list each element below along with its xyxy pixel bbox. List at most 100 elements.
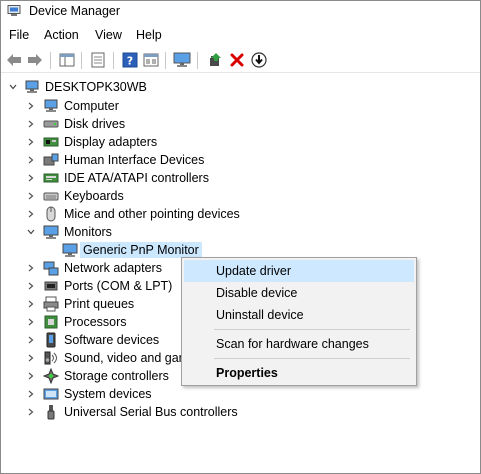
forward-button[interactable]	[26, 51, 44, 69]
device-label: Generic PnP Monitor	[80, 242, 202, 258]
category-label: Ports (COM & LPT)	[64, 279, 173, 293]
properties-icon	[91, 52, 105, 68]
category-label: Display adapters	[64, 135, 158, 149]
chevron-right-icon[interactable]	[26, 389, 36, 399]
storage-controller-icon	[43, 368, 59, 384]
keyboard-icon	[43, 192, 59, 201]
chevron-right-icon[interactable]	[26, 335, 36, 345]
menu-view[interactable]: View	[95, 28, 122, 42]
category-label: Processors	[64, 315, 127, 329]
tree-category[interactable]: System devices	[1, 385, 480, 403]
help-button[interactable]: ?	[121, 51, 139, 69]
menu-bar: File Action View Help	[1, 27, 480, 45]
chevron-right-icon[interactable]	[26, 209, 36, 219]
monitor-icon	[62, 243, 78, 257]
network-adapter-icon	[43, 261, 59, 276]
ide-controller-icon	[43, 173, 59, 183]
menu-file[interactable]: File	[9, 28, 29, 42]
chevron-right-icon[interactable]	[26, 353, 36, 363]
tree-root[interactable]: DESKTOPK30WB	[1, 78, 480, 96]
menu-separator	[214, 358, 410, 359]
menu-disable-device[interactable]: Disable device	[184, 282, 414, 304]
chevron-down-icon[interactable]	[8, 82, 18, 92]
help-icon: ?	[122, 52, 138, 68]
back-button[interactable]	[5, 51, 23, 69]
processor-icon	[44, 315, 58, 329]
menu-update-driver[interactable]: Update driver	[184, 260, 414, 282]
show-hide-tree-icon	[59, 53, 75, 67]
context-menu: Update driver Disable device Uninstall d…	[181, 257, 417, 386]
properties-button[interactable]	[89, 51, 107, 69]
disable-down-icon	[251, 52, 267, 68]
update-driver-icon	[210, 53, 221, 66]
category-label: Mice and other pointing devices	[64, 207, 240, 221]
chevron-right-icon[interactable]	[26, 371, 36, 381]
chevron-right-icon[interactable]	[26, 407, 36, 417]
uninstall-button[interactable]	[228, 51, 246, 69]
category-label: Disk drives	[64, 117, 126, 131]
chevron-right-icon[interactable]	[26, 299, 36, 309]
toolbar-separator	[197, 52, 198, 69]
computer-root-icon	[25, 80, 39, 93]
menu-properties[interactable]: Properties	[184, 362, 414, 384]
device-manager-window: Device Manager File Action View Help ? D…	[0, 0, 481, 474]
port-icon	[44, 281, 58, 291]
menu-action[interactable]: Action	[44, 28, 79, 42]
monitor-icon	[43, 225, 59, 239]
category-label: Human Interface Devices	[64, 153, 205, 167]
toolbar-separator	[81, 52, 82, 69]
root-label: DESKTOPK30WB	[45, 80, 147, 94]
chevron-right-icon[interactable]	[26, 263, 36, 273]
tree-category[interactable]: Keyboards	[1, 187, 480, 205]
tree-category[interactable]: Disk drives	[1, 115, 480, 133]
hid-icon	[43, 153, 59, 166]
tree-category[interactable]: Display adapters	[1, 133, 480, 151]
printer-icon	[43, 296, 59, 312]
chevron-right-icon[interactable]	[26, 137, 36, 147]
system-device-icon	[43, 388, 59, 400]
monitor-icon	[173, 52, 191, 67]
computer-icon	[44, 99, 58, 112]
chevron-right-icon[interactable]	[26, 119, 36, 129]
category-label: Software devices	[64, 333, 160, 347]
usb-icon	[47, 405, 55, 420]
disable-button[interactable]	[250, 51, 268, 69]
toolbar: ?	[1, 48, 480, 73]
chevron-right-icon[interactable]	[26, 317, 36, 327]
display-adapter-icon	[43, 137, 59, 147]
tree-category[interactable]: Mice and other pointing devices	[1, 205, 480, 223]
scan-button[interactable]	[173, 51, 191, 69]
tree-category[interactable]: Monitors	[1, 223, 480, 241]
category-label: Network adapters	[64, 261, 162, 275]
category-label: Monitors	[64, 225, 112, 239]
back-arrow-icon	[7, 54, 21, 66]
chevron-right-icon[interactable]	[26, 281, 36, 291]
disk-drive-icon	[43, 120, 59, 128]
tree-category[interactable]: Computer	[1, 97, 480, 115]
menu-scan-hardware[interactable]: Scan for hardware changes	[184, 333, 414, 355]
show-hide-tree-button[interactable]	[58, 51, 76, 69]
update-driver-button[interactable]	[206, 51, 224, 69]
chevron-down-icon[interactable]	[26, 227, 36, 237]
chevron-right-icon[interactable]	[26, 155, 36, 165]
chevron-right-icon[interactable]	[26, 173, 36, 183]
tree-category[interactable]: Universal Serial Bus controllers	[1, 403, 480, 421]
menu-help[interactable]: Help	[136, 28, 162, 42]
menu-separator	[214, 329, 410, 330]
toolbar-separator	[165, 52, 166, 69]
tree-category[interactable]: IDE ATA/ATAPI controllers	[1, 169, 480, 187]
category-label: Keyboards	[64, 189, 124, 203]
sound-icon	[44, 351, 57, 365]
toolbar-separator	[113, 52, 114, 69]
svg-text:?: ?	[127, 55, 133, 68]
tree-category[interactable]: Human Interface Devices	[1, 151, 480, 169]
toolbar-separator	[50, 52, 51, 69]
menu-uninstall-device[interactable]: Uninstall device	[184, 304, 414, 326]
chevron-right-icon[interactable]	[26, 101, 36, 111]
category-label: Sound, video and gam	[64, 351, 190, 365]
chevron-right-icon[interactable]	[26, 191, 36, 201]
category-label: Universal Serial Bus controllers	[64, 405, 238, 419]
device-manager-icon	[7, 5, 21, 16]
category-label: Computer	[64, 99, 119, 113]
view-button[interactable]	[142, 51, 160, 69]
